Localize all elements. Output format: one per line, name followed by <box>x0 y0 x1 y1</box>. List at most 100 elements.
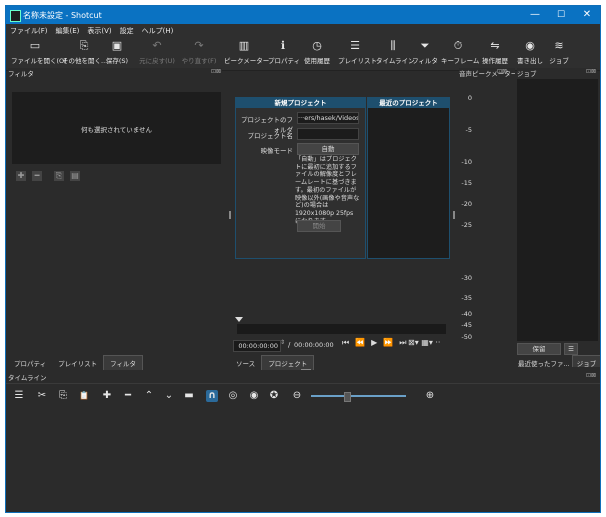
audio-meter-dock-buttons[interactable]: ⊡⊠ <box>497 68 507 75</box>
folder-open-icon: ▭ <box>29 39 41 52</box>
maximize-button[interactable]: ☐ <box>548 6 574 24</box>
timeline-divider <box>6 383 600 384</box>
add-filter-button[interactable]: ✚ <box>16 171 26 181</box>
tab-project[interactable]: プロジェクト <box>261 355 315 370</box>
paste-icon[interactable]: 📋 <box>78 390 90 402</box>
meter-tick: -50 <box>461 333 472 341</box>
new-project-title: 新規プロジェクト <box>236 98 365 108</box>
transport-controls[interactable]: ⏮⏪▶⏩⏭ <box>342 338 412 348</box>
filters-dock-buttons[interactable]: ⊡⊠ <box>211 68 221 75</box>
video-mode-select[interactable]: 自動 <box>297 143 359 155</box>
video-mode-label: 映像モード <box>260 147 294 155</box>
paste-filter-button[interactable]: ▤ <box>70 171 80 181</box>
app-window: 名称未設定 - Shotcut — ☐ ✕ ファイル(F) 編集(E) 表示(V) 設… <box>5 5 601 513</box>
peak-meter-button[interactable]: ▥ ピークメーター <box>224 39 269 65</box>
scrub-bar[interactable] <box>237 324 446 334</box>
copy-icon[interactable]: ⎘ <box>57 390 69 402</box>
meter-tick: -10 <box>461 158 472 166</box>
tab-playlist[interactable]: プレイリスト <box>52 356 103 370</box>
zoom-in-icon[interactable]: ⊕ <box>424 390 436 402</box>
ripple-icon[interactable]: ◉ <box>248 390 260 402</box>
tab-source[interactable]: ソース <box>230 356 261 370</box>
timeline-button[interactable]: ⫼ タイムライン <box>376 39 415 65</box>
overwrite-icon[interactable]: ⌄ <box>163 390 175 402</box>
undo-button[interactable]: ↶ 元に戻す(U) <box>139 39 175 65</box>
meter-tick: -5 <box>465 126 472 134</box>
tab-jobs[interactable]: ジョブ <box>571 355 600 367</box>
tab-properties[interactable]: プロパティ <box>8 356 52 370</box>
start-button[interactable]: 開始 <box>297 220 341 232</box>
open-file-button[interactable]: ▭ ファイルを開く(O) <box>11 39 67 65</box>
append-icon[interactable]: ✚ <box>101 390 113 402</box>
jobs-dock-title: ジョブ <box>517 68 597 78</box>
shotcut-app-icon <box>10 10 21 22</box>
split-icon[interactable]: ▬ <box>183 390 195 402</box>
tab-recent[interactable]: 最近使ったファ... <box>516 356 572 367</box>
recent-projects-panel[interactable] <box>367 97 450 259</box>
meter-tick: -30 <box>461 274 472 282</box>
jobs-menu-button[interactable]: ☰ <box>564 343 578 355</box>
lift-icon[interactable]: ⌃ <box>143 390 155 402</box>
stopwatch-icon: ⏱ <box>453 39 463 52</box>
export-button[interactable]: ◉ 書き出し <box>516 39 544 65</box>
menu-file[interactable]: ファイル(F) <box>6 24 52 36</box>
timecode-spinner[interactable]: ⇕ <box>280 339 285 346</box>
properties-button[interactable]: ℹ プロパティ <box>268 39 300 65</box>
meter-tick: 0 <box>467 94 472 102</box>
minimize-button[interactable]: — <box>522 6 548 24</box>
list-icon: ☰ <box>350 39 360 52</box>
recent-projects-title: 最近のプロジェクト <box>368 98 449 108</box>
right-splitter-handle[interactable] <box>453 211 455 219</box>
player-tabs: ソース プロジェクト <box>230 355 330 370</box>
remove-filter-button[interactable]: ━ <box>32 171 42 181</box>
ripple-all-icon[interactable]: ✪ <box>268 390 280 402</box>
pause-jobs-button[interactable]: 保留 <box>517 343 561 355</box>
menu-help[interactable]: ヘルプ(H) <box>138 24 178 36</box>
timeline-dock-buttons[interactable]: ⊡⊠ <box>586 372 596 379</box>
right-dock-tabs: 最近使ったファ... ジョブ <box>516 355 600 367</box>
remove-icon[interactable]: ━ <box>122 390 134 402</box>
jobs-button[interactable]: ≋ ジョブ <box>547 39 571 65</box>
info-icon: ℹ <box>280 39 286 52</box>
scrub-eye-icon[interactable]: ◎ <box>227 390 239 402</box>
window-title: 名称未設定 - Shotcut <box>23 11 102 20</box>
jobs-list[interactable] <box>517 79 598 341</box>
cut-icon[interactable]: ✂ <box>36 390 48 402</box>
play-position-marker[interactable] <box>235 317 243 322</box>
keyframes-button[interactable]: ⏱ キーフレーム <box>441 39 479 65</box>
timecode-separator: / <box>288 341 291 349</box>
zoom-slider-track[interactable] <box>311 395 406 397</box>
duration-timecode: 00:00:00:00 <box>294 341 334 349</box>
redo-icon: ↷ <box>194 39 204 52</box>
meter-tick: -25 <box>461 221 472 229</box>
copy-filter-button[interactable]: ⎘ <box>54 171 64 181</box>
timeline-menu-icon[interactable]: ☰ <box>13 390 25 402</box>
position-timecode[interactable]: 00:00:00:00 <box>233 340 281 352</box>
zoom-slider-handle[interactable] <box>344 392 351 402</box>
history-button[interactable]: ⇋ 操作履歴 <box>480 39 510 65</box>
tab-filters[interactable]: フィルタ <box>103 355 143 370</box>
left-splitter-handle[interactable] <box>229 211 231 219</box>
playlist-button[interactable]: ☰ プレイリスト <box>338 39 377 65</box>
menu-bar: ファイル(F) 編集(E) 表示(V) 設定 ヘルプ(H) <box>6 24 600 37</box>
filters-list[interactable]: 何も選択されていません <box>12 92 221 164</box>
folder-field[interactable]: ···ers/hasek/Videos <box>297 112 359 124</box>
menu-settings[interactable]: 設定 <box>116 24 138 36</box>
zoom-out-icon[interactable]: ⊖ <box>291 390 303 402</box>
snap-magnet-icon[interactable]: ∩ <box>206 390 218 402</box>
redo-button[interactable]: ↷ やり直す(F) <box>181 39 217 65</box>
timeline-tracks-area[interactable] <box>7 405 599 512</box>
bottom-splitter-handle[interactable] <box>301 369 311 370</box>
open-other-button[interactable]: ⎘ その他を開く... <box>62 39 107 65</box>
close-button[interactable]: ✕ <box>574 6 600 24</box>
meter-tick: -40 <box>461 310 472 318</box>
recent-button[interactable]: ◷ 使用履歴 <box>302 39 332 65</box>
filters-button[interactable]: ⏷ フィルタ <box>412 39 438 65</box>
save-button[interactable]: ▣ 保存(S) <box>105 39 129 65</box>
meter-tick: -20 <box>461 200 472 208</box>
menu-edit[interactable]: 編集(E) <box>52 24 84 36</box>
player-view-options[interactable]: ⊠▾ ▦▾ ·· <box>408 338 440 347</box>
jobs-dock-buttons[interactable]: ⊡⊠ <box>586 68 596 75</box>
project-name-input[interactable] <box>297 128 359 140</box>
menu-view[interactable]: 表示(V) <box>83 24 115 36</box>
